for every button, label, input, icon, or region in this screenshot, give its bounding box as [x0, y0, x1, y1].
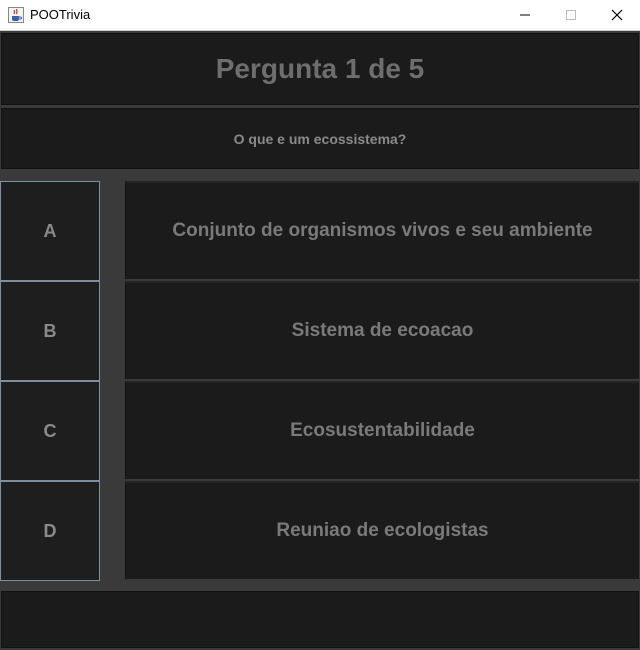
window-titlebar[interactable]: POOTrivia	[0, 0, 640, 31]
maximize-button[interactable]	[548, 0, 594, 30]
header-panel: Pergunta 1 de 5	[1, 33, 639, 105]
option-d-answer-button[interactable]: Reuniao de ecologistas	[125, 481, 639, 579]
option-b-letter-button[interactable]: B	[0, 281, 100, 381]
option-a-letter: A	[43, 220, 57, 241]
java-coffee-icon	[8, 7, 24, 23]
minimize-button[interactable]	[502, 0, 548, 30]
option-c-letter-button[interactable]: C	[0, 381, 100, 481]
close-icon	[611, 9, 623, 21]
option-d-letter: D	[43, 520, 57, 541]
option-c-text: Ecosustentabilidade	[290, 420, 475, 441]
close-button[interactable]	[594, 0, 640, 30]
option-b-answer-button[interactable]: Sistema de ecoacao	[125, 281, 639, 379]
question-text: O que e um ecossistema?	[233, 130, 407, 147]
option-c-letter: C	[43, 420, 57, 441]
option-a-text: Conjunto de organismos vivos e seu ambie…	[172, 220, 593, 241]
option-a-answer-button[interactable]: Conjunto de organismos vivos e seu ambie…	[125, 181, 639, 279]
option-d-text: Reuniao de ecologistas	[276, 520, 489, 541]
maximize-icon	[566, 10, 576, 20]
option-d-letter-button[interactable]: D	[0, 481, 100, 581]
option-a-letter-button[interactable]: A	[0, 181, 100, 281]
option-b-text: Sistema de ecoacao	[291, 320, 474, 341]
option-c-answer-button[interactable]: Ecosustentabilidade	[125, 381, 639, 479]
option-b-letter: B	[43, 320, 57, 341]
question-panel: O que e um ecossistema?	[1, 108, 639, 169]
minimize-icon	[520, 14, 530, 16]
footer-panel	[1, 591, 639, 648]
window-title: POOTrivia	[30, 7, 91, 22]
page-title: Pergunta 1 de 5	[215, 53, 425, 84]
